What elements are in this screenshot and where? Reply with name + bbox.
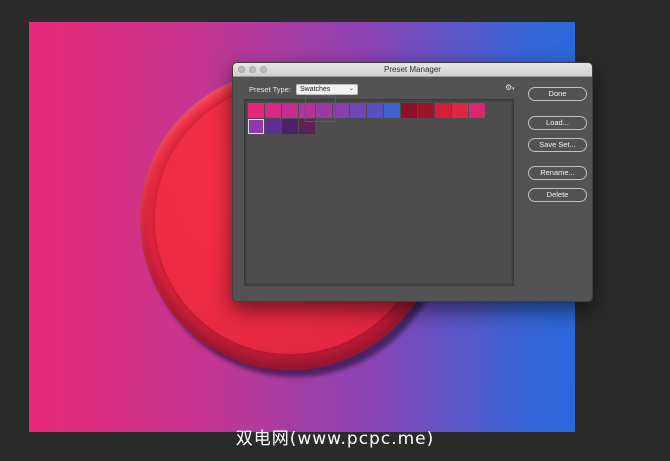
swatches-panel: [244, 99, 514, 286]
preset-type-label: Preset Type:: [249, 84, 291, 94]
color-swatch[interactable]: [367, 103, 383, 118]
watermark-text: 双电网(www.pcpc.me): [235, 429, 435, 449]
color-swatch[interactable]: [401, 103, 417, 118]
preset-manager-dialog: Preset Manager Preset Type: Swatches ⌄ ⚙…: [232, 62, 593, 302]
load-button[interactable]: Load...: [528, 116, 587, 130]
color-swatch[interactable]: [418, 103, 434, 118]
preset-type-value: Swatches: [299, 85, 331, 93]
color-swatch[interactable]: [469, 103, 485, 118]
color-swatch[interactable]: [299, 103, 315, 118]
color-swatch[interactable]: [452, 103, 468, 118]
swatch-grid: [248, 103, 498, 134]
color-swatch[interactable]: [435, 103, 451, 118]
color-swatch[interactable]: [282, 103, 298, 118]
color-swatch[interactable]: [350, 103, 366, 118]
preset-type-select[interactable]: Swatches ⌄: [295, 83, 358, 95]
color-swatch[interactable]: [299, 119, 315, 134]
dialog-title: Preset Manager: [384, 65, 441, 74]
color-swatch[interactable]: [265, 103, 281, 118]
color-swatch[interactable]: [282, 119, 298, 134]
color-swatch[interactable]: [248, 119, 264, 134]
color-swatch[interactable]: [384, 103, 400, 118]
color-swatch[interactable]: [265, 119, 281, 134]
chevron-down-icon: ⌄: [348, 85, 354, 92]
color-swatch[interactable]: [333, 103, 349, 118]
rename-button[interactable]: Rename...: [528, 166, 587, 180]
dialog-titlebar[interactable]: Preset Manager: [233, 63, 592, 77]
color-swatch[interactable]: [316, 103, 332, 118]
swatches-panel-inner: [247, 102, 511, 283]
delete-button[interactable]: Delete: [528, 188, 587, 202]
menu-arrow-icon[interactable]: ▾: [512, 86, 515, 92]
done-button[interactable]: Done: [528, 87, 587, 101]
preset-type-row: Preset Type: Swatches ⌄: [249, 83, 358, 95]
color-swatch[interactable]: [248, 103, 264, 118]
save-set-button[interactable]: Save Set...: [528, 138, 587, 152]
